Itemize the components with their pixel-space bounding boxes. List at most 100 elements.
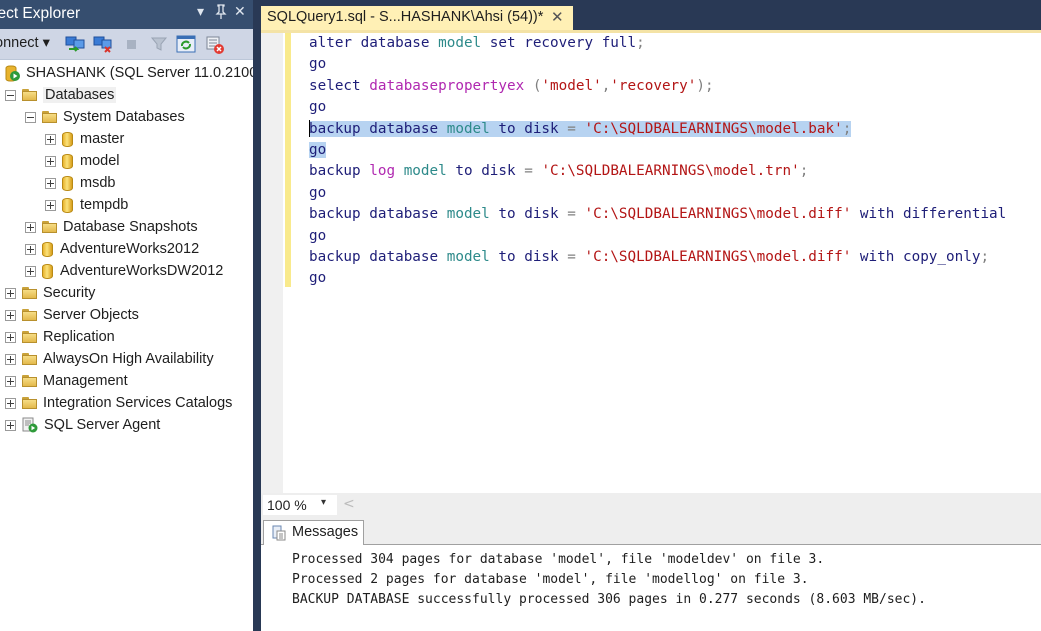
tree-node[interactable]: Security [5,282,95,304]
tree-node[interactable]: model [45,150,120,172]
close-icon[interactable]: ✕ [234,4,246,20]
change-tracking-bar [285,33,291,287]
code-token-kw: recovery [524,35,602,51]
stop-icon[interactable] [123,35,141,53]
expand-icon[interactable] [5,309,16,321]
code-token-op: = [567,120,585,137]
expand-icon[interactable] [5,353,16,365]
sql-agent-icon [22,417,38,433]
results-tab-strip: Messages [261,517,1041,545]
tree-node[interactable]: Management [5,370,128,392]
tree-node-label: Server Objects [43,307,139,323]
tree-node-label: tempdb [80,197,129,213]
code-line[interactable]: go [309,97,326,118]
tree-node[interactable]: AlwaysOn High Availability [5,348,214,370]
message-line: BACKUP DATABASE successfully processed 3… [292,592,926,607]
expand-icon[interactable] [5,419,16,431]
code-token-kw: backup [309,249,370,265]
code-line[interactable]: backup database model to disk = 'C:\SQLD… [309,247,989,268]
code-line[interactable]: go [309,183,326,204]
tree-node[interactable]: master [45,128,124,150]
tree-node-label: AdventureWorks2012 [60,241,200,257]
tree-node[interactable]: System Databases [25,106,185,128]
expand-icon[interactable] [5,375,16,387]
code-token-fn: log [369,163,404,180]
code-line[interactable]: go [309,268,326,289]
disconnect-icon[interactable] [93,35,112,53]
code-token-str: 'C:\SQLDBALEARNINGS\model.diff' [584,249,852,265]
folder-icon [42,221,58,233]
code-line[interactable]: alter database model set recovery full; [309,33,645,54]
tree-node[interactable]: Replication [5,326,115,348]
remove-filter-icon[interactable] [204,35,224,54]
refresh-icon[interactable] [176,35,196,53]
tree-node-label: Management [43,373,128,389]
tree-node-label: model [80,153,120,169]
code-token-op: = [524,163,542,180]
expand-icon[interactable] [45,155,56,167]
selection-highlight: go [309,142,327,158]
folder-icon [22,287,38,299]
panel-splitter[interactable] [253,0,261,631]
tree-node[interactable]: AdventureWorks2012 [25,238,199,260]
filter-icon[interactable] [150,35,168,53]
code-line[interactable]: backup log model to disk = 'C:\SQLDBALEA… [309,161,808,182]
code-token-kw: backup [309,163,370,180]
code-token-op: ; [799,163,809,180]
code-line[interactable]: go [309,140,327,161]
code-token-kw: database [369,249,447,265]
expand-icon[interactable] [5,287,16,299]
tree-node[interactable]: tempdb [45,194,128,216]
message-line: Processed 2 pages for database 'model', … [292,572,809,587]
code-token-op: ); [696,77,714,94]
code-token-kw: disk [524,249,568,265]
messages-tab-label: Messages [292,524,359,540]
expand-icon[interactable] [5,397,16,409]
code-line[interactable]: select databasepropertyex ('model','reco… [309,76,714,97]
tree-node[interactable]: msdb [45,172,115,194]
tree-node-label: master [80,131,125,147]
zoom-bar: 100 % ▾ < [261,493,1041,517]
code-token-op: = [567,249,585,265]
window-position-dropdown-icon[interactable]: ▾ [197,4,204,20]
scroll-left-arrow[interactable]: < [343,496,355,512]
folder-icon [22,89,38,101]
code-token-kw: go [309,99,327,116]
expand-icon[interactable] [45,177,56,189]
code-line[interactable]: backup database model to disk = 'C:\SQLD… [309,204,1006,225]
expand-icon[interactable] [45,199,56,211]
tab-sqlquery1[interactable]: SQLQuery1.sql - S...HASHANK\Ahsi (54))* … [261,6,573,30]
tab-messages[interactable]: Messages [263,520,364,545]
chevron-down-icon: ▾ [321,497,327,508]
code-token-id: model [446,249,499,265]
code-token-kw: go [309,227,327,244]
expand-icon[interactable] [45,133,56,145]
collapse-icon[interactable] [5,89,16,101]
expand-icon[interactable] [5,331,16,343]
code-line[interactable]: backup database model to disk = 'C:\SQLD… [309,119,852,140]
folder-icon [22,375,38,387]
folder-icon [22,353,38,365]
tree-node[interactable]: SHASHANK (SQL Server 11.0.2100 [5,62,257,84]
tree-node[interactable]: Server Objects [5,304,139,326]
sql-editor[interactable]: alter database model set recovery full; g… [261,33,1041,493]
code-line[interactable]: go [309,54,326,75]
expand-icon[interactable] [25,221,36,233]
code-token-str: 'C:\SQLDBALEARNINGS\model.diff' [584,206,852,223]
code-line[interactable]: go [309,226,326,247]
expand-icon[interactable] [25,265,36,277]
tree-node[interactable]: Integration Services Catalogs [5,392,232,414]
expand-icon[interactable] [25,243,36,255]
tree-node[interactable]: AdventureWorksDW2012 [25,260,223,282]
tree-node[interactable]: SQL Server Agent [5,414,160,436]
collapse-icon[interactable] [25,111,36,123]
connect-button[interactable]: onnect ▾ [0,35,50,51]
pin-icon[interactable] [215,4,227,24]
tree-node[interactable]: Database Snapshots [25,216,198,238]
tab-close-icon[interactable]: ✕ [551,8,564,26]
connect-object-explorer-icon[interactable] [65,35,85,53]
tree-node[interactable]: Databases [5,84,117,106]
code-token-kw: copy_only [902,249,981,265]
zoom-level-select[interactable]: 100 % ▾ [263,495,337,515]
code-token-kw: database [360,35,439,51]
